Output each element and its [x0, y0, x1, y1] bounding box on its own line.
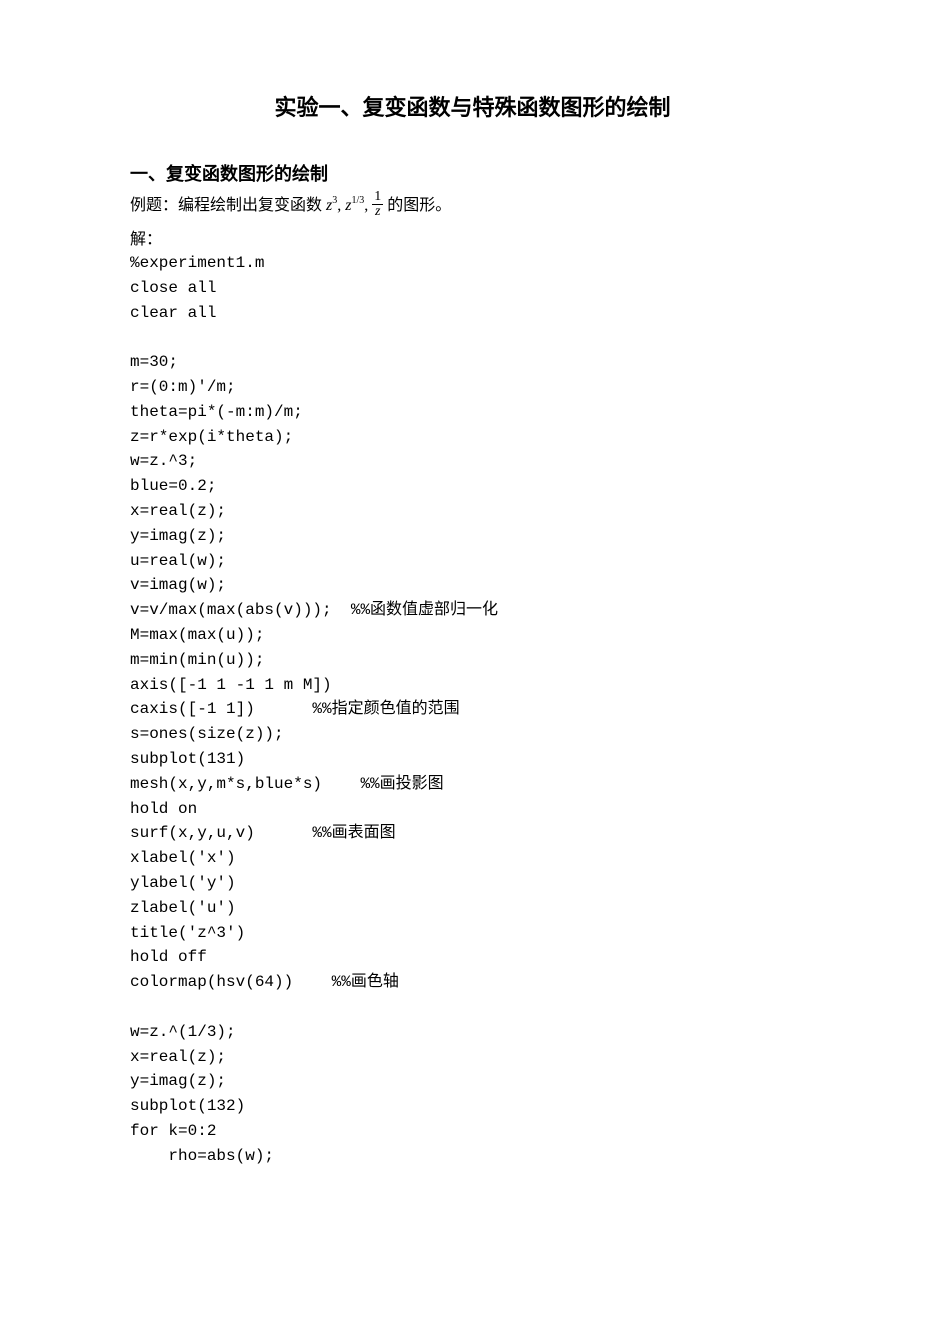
example-line: 例题：编程绘制出复变函数 z3, z1/3, 1 z 的图形。 [130, 192, 815, 221]
section-heading: 一、复变函数图形的绘制 [130, 160, 815, 186]
solution-label: 解： [130, 225, 815, 249]
exp-one-third: 1/3 [351, 195, 364, 206]
comma-1: , [337, 197, 341, 214]
page-title: 实验一、复变函数与特殊函数图形的绘制 [130, 90, 815, 122]
exp-3: 3 [332, 195, 337, 206]
frac-den: z [372, 205, 383, 219]
fraction-1-over-z: 1 z [372, 190, 383, 219]
code-block: %experiment1.m close all clear all m=30;… [130, 251, 815, 1168]
example-prefix: 例题：编程绘制出复变函数 [130, 197, 322, 214]
example-suffix: 的图形。 [387, 197, 451, 214]
comma-2: , [364, 197, 368, 214]
document-page: 实验一、复变函数与特殊函数图形的绘制 一、复变函数图形的绘制 例题：编程绘制出复… [0, 0, 945, 1337]
frac-num: 1 [372, 190, 383, 205]
